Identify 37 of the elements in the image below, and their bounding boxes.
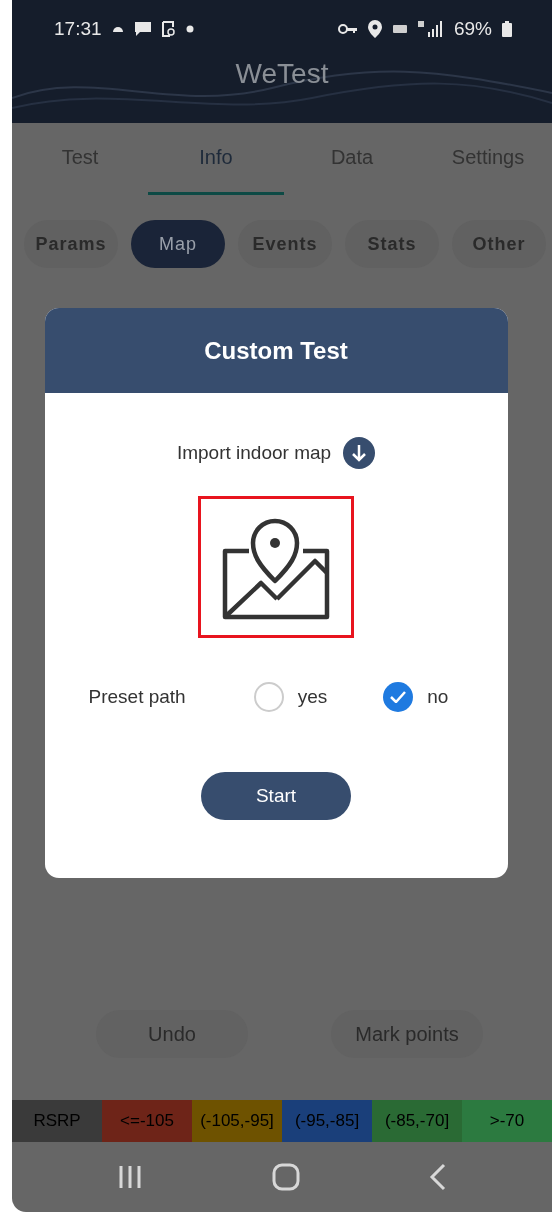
sub-tab[interactable]: Stats (345, 220, 439, 268)
document-icon (161, 21, 176, 37)
action-button[interactable]: Undo (96, 1010, 248, 1058)
battery-percent: 69% (453, 18, 492, 40)
action-button[interactable]: Mark points (331, 1010, 483, 1058)
sub-tab[interactable]: Map (131, 220, 225, 268)
legend-item: <=-105 (102, 1100, 192, 1142)
message-icon (133, 21, 152, 37)
sub-tab[interactable]: Other (452, 220, 546, 268)
preset-label: Preset path (88, 686, 186, 708)
dot-icon (185, 25, 194, 33)
status-time: 17:31 (54, 18, 102, 40)
battery-icon (502, 21, 512, 37)
app-title: WeTest (235, 58, 329, 90)
radio-button[interactable] (253, 682, 284, 712)
start-button[interactable]: Start (201, 772, 351, 820)
legend-item: >-70 (462, 1100, 552, 1142)
dialog-title: Custom Test (44, 308, 508, 393)
legend-item: (-95,-85] (282, 1100, 372, 1142)
option-label: yes (297, 686, 328, 708)
key-icon (337, 23, 358, 35)
download-icon[interactable] (343, 437, 376, 469)
map-frame[interactable] (198, 496, 354, 638)
import-label: Import indoor map (176, 442, 332, 464)
legend-item: (-85,-70] (372, 1100, 462, 1142)
legend-item: RSRP (12, 1100, 102, 1142)
sub-tab[interactable]: Params (24, 220, 118, 268)
signal-icon (417, 21, 444, 37)
legend-item: (-105,-95] (192, 1100, 282, 1142)
back-icon (429, 1163, 448, 1191)
sub-tab[interactable]: Events (238, 220, 332, 268)
radio-button[interactable] (383, 682, 414, 712)
option-label: no (427, 686, 449, 708)
tab[interactable]: Info (148, 123, 284, 195)
home-icon (272, 1163, 300, 1191)
location-icon (367, 20, 382, 38)
check-icon (390, 691, 407, 703)
